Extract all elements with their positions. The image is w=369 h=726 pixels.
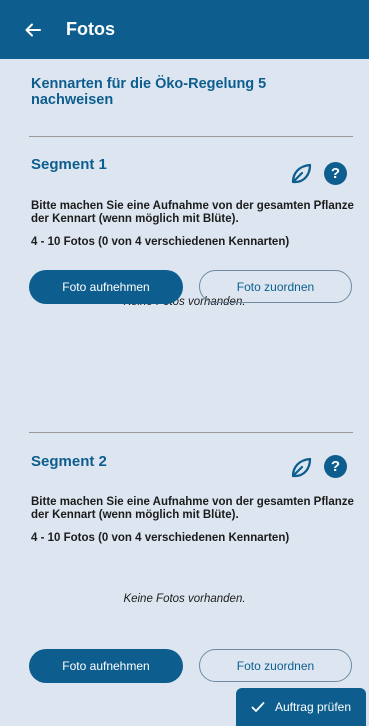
- divider: [29, 136, 353, 137]
- segment-2-photo-count: 4 - 10 Fotos (0 von 4 verschiedenen Kenn…: [31, 532, 290, 544]
- divider: [29, 432, 353, 433]
- segment-1-instruction: Bitte machen Sie eine Aufnahme von der g…: [31, 200, 354, 225]
- leaf-icon[interactable]: [289, 456, 313, 480]
- segment-1-title: Segment 1: [31, 156, 107, 173]
- section-heading: Kennarten für die Öko-Regelung 5 nachwei…: [31, 76, 267, 108]
- segment-1-take-photo-button[interactable]: Foto aufnehmen: [29, 270, 183, 304]
- app-bar: Fotos: [0, 0, 369, 59]
- check-order-label: Auftrag prüfen: [274, 700, 352, 714]
- help-icon[interactable]: ?: [324, 455, 347, 478]
- segment-2-empty-state: Keine Fotos vorhanden.: [123, 593, 246, 605]
- leaf-icon[interactable]: [289, 162, 313, 186]
- segment-2-instruction: Bitte machen Sie eine Aufnahme von der g…: [31, 496, 354, 521]
- segment-1-photo-count: 4 - 10 Fotos (0 von 4 verschiedenen Kenn…: [31, 236, 290, 248]
- segment-2-take-photo-button[interactable]: Foto aufnehmen: [29, 649, 183, 683]
- help-icon[interactable]: ?: [324, 162, 347, 185]
- segment-2-assign-photo-button[interactable]: Foto zuordnen: [199, 649, 352, 682]
- segment-2-title: Segment 2: [31, 453, 107, 470]
- checkmark-icon: [251, 702, 265, 712]
- segment-1-assign-photo-button[interactable]: Foto zuordnen: [199, 270, 352, 303]
- back-arrow-icon[interactable]: [24, 20, 44, 40]
- page-title: Fotos: [66, 19, 115, 39]
- check-order-button[interactable]: Auftrag prüfen: [236, 688, 366, 726]
